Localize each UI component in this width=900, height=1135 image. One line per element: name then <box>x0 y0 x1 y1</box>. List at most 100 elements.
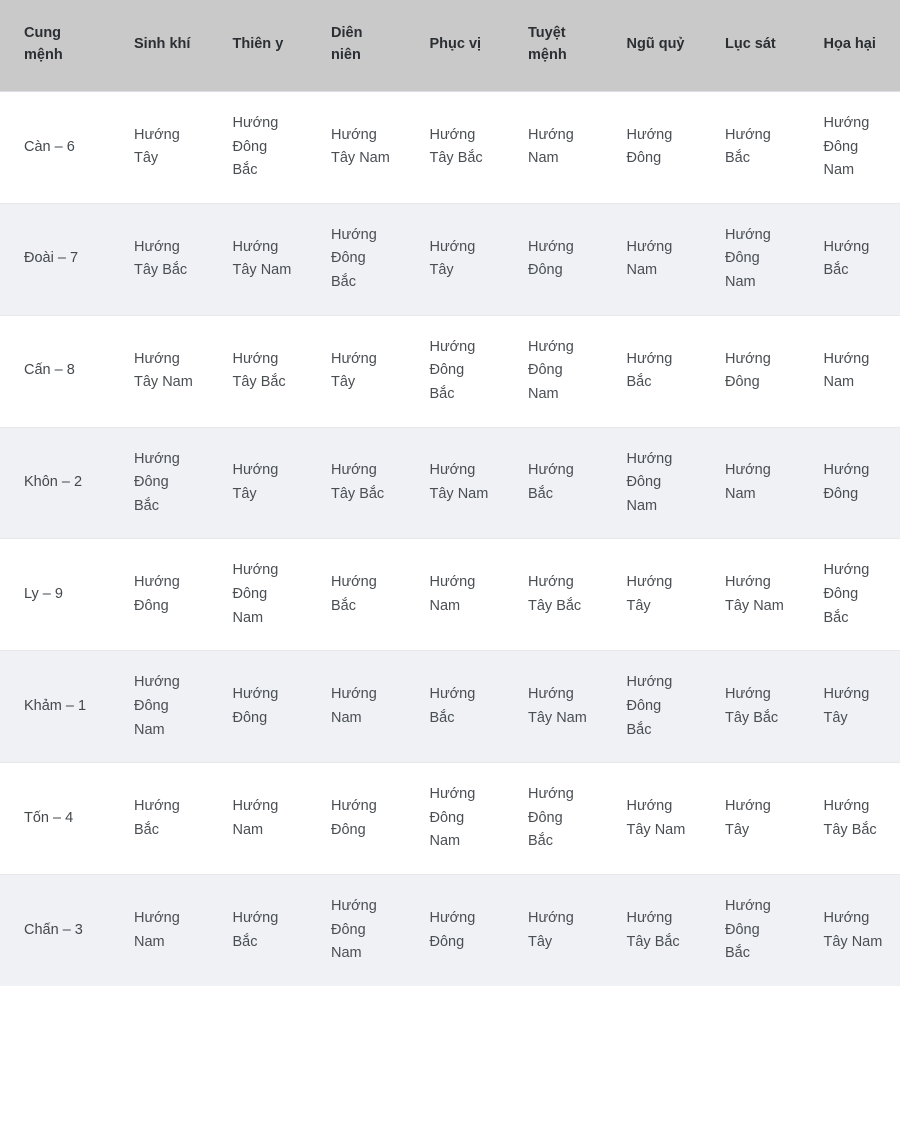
row-label-cell: Khôn – 2 <box>0 426 112 539</box>
direction-cell: Hướng Đông Bắc <box>604 650 703 763</box>
cell-text: Hướng Tây Bắc <box>429 126 483 167</box>
cell-text: Hướng Đông Nam <box>626 450 673 514</box>
direction-cell: Hướng Đông <box>801 426 900 539</box>
direction-cell: Hướng Đông <box>309 762 408 875</box>
column-header-phuc-vi: Phục vị <box>407 0 506 92</box>
direction-cell: Hướng Tây Nam <box>112 314 211 428</box>
row-label-cell: Ly – 9 <box>0 538 112 651</box>
direction-cell: Hướng Đông <box>407 874 506 986</box>
direction-cell: Hướng Nam <box>801 314 900 428</box>
direction-cell: Hướng Đông Bắc <box>506 762 605 875</box>
row-label-cell: Tốn – 4 <box>0 762 112 875</box>
cell-text: Hướng Tây Nam <box>528 686 587 726</box>
cell-text: Hướng Tây Bắc <box>331 462 385 502</box>
cell-text: Hướng Tây <box>823 686 870 726</box>
direction-cell: Hướng Đông Bắc <box>309 202 408 316</box>
cell-text: Hướng Bắc <box>823 238 870 279</box>
direction-cell: Hướng Tây Bắc <box>604 874 703 986</box>
cell-text: Hướng Tây Bắc <box>134 238 188 279</box>
cell-text: Hướng Đông <box>528 238 574 279</box>
row-label-cell: Đoài – 7 <box>0 202 112 316</box>
cell-text: Hướng Đông Nam <box>134 674 180 738</box>
direction-cell: Hướng Bắc <box>604 314 703 428</box>
table-row: Đoài – 7 Hướng Tây Bắc Hướng Tây Nam Hướng … <box>0 202 900 316</box>
cell-text: Hướng Tây <box>528 909 574 950</box>
cell-text: Tốn – 4 <box>24 809 74 826</box>
cell-text: Hướng Tây <box>134 126 180 167</box>
direction-cell: Hướng Đông <box>703 314 802 428</box>
direction-cell: Hướng Đông Nam <box>309 874 408 986</box>
direction-cell: Hướng Bắc <box>703 90 802 204</box>
direction-cell: Hướng Tây <box>604 538 703 651</box>
cell-text: Cấn – 8 <box>24 362 75 379</box>
direction-cell: Hướng Tây Bắc <box>309 426 408 539</box>
column-header-thien-y: Thiên y <box>210 0 309 92</box>
direction-cell: Hướng Bắc <box>506 426 605 539</box>
cell-text: Hướng Nam <box>528 126 574 167</box>
row-label-cell: Càn – 6 <box>0 90 112 204</box>
cell-text: Hướng Tây Bắc <box>823 798 877 838</box>
direction-cell: Hướng Tây Bắc <box>506 538 605 651</box>
column-header-cung-menh: Cung mệnh <box>0 0 112 92</box>
cell-text: Hướng Tây Nam <box>331 126 390 167</box>
direction-cell: Hướng Tây <box>801 650 900 763</box>
direction-cell: Hướng Đông <box>210 650 309 763</box>
direction-cell: Hướng Tây Nam <box>703 538 802 651</box>
cell-text: Hướng Đông Nam <box>528 338 574 402</box>
cell-text: Hướng Bắc <box>725 126 771 167</box>
cell-text: Hướng Đông Bắc <box>626 674 673 738</box>
cell-text: Hướng Đông Nam <box>232 562 279 626</box>
direction-cell: Hướng Tây Bắc <box>210 314 309 428</box>
direction-cell: Hướng Bắc <box>210 874 309 986</box>
cell-text: Hướng Nam <box>725 462 771 502</box>
direction-cell: Hướng Tây Bắc <box>112 202 211 316</box>
direction-cell: Hướng Đông Bắc <box>112 426 211 539</box>
row-label-cell: Khảm – 1 <box>0 650 112 763</box>
direction-cell: Hướng Đông <box>604 90 703 204</box>
direction-cell: Hướng Nam <box>309 650 408 763</box>
direction-cell: Hướng Tây Bắc <box>801 762 900 875</box>
cell-text: Hướng Đông <box>232 686 279 726</box>
direction-cell: Hướng Đông <box>506 202 605 316</box>
cell-text: Hướng Đông <box>134 574 180 614</box>
direction-cell: Hướng Tây Nam <box>210 202 309 316</box>
table-row: Khôn – 2 Hướng Đông Bắc Hướng Tây Hướng Tây… <box>0 426 900 539</box>
direction-cell: Hướng Nam <box>407 538 506 651</box>
direction-cell: Hướng Tây <box>210 426 309 539</box>
cell-text: Hướng Đông Bắc <box>725 898 771 962</box>
cell-text: Hướng Đông Nam <box>725 226 771 291</box>
direction-cell: Hướng Tây Nam <box>506 650 605 763</box>
cell-text: Hướng Tây <box>626 574 673 614</box>
table-row: Tốn – 4 Hướng Bắc Hướng Nam Hướng Đông Hướng… <box>0 762 900 875</box>
cell-text: Hướng Bắc <box>331 574 377 614</box>
cell-text: Hướng Đông <box>626 126 673 167</box>
direction-cell: Hướng Nam <box>604 202 703 316</box>
direction-cell: Hướng Tây Nam <box>309 90 408 204</box>
cell-text: Hướng Tây Nam <box>429 462 489 502</box>
direction-cell: Hướng Đông Nam <box>407 762 506 875</box>
cell-text: Hướng Bắc <box>528 462 574 502</box>
cell-text: Hướng Đông Bắc <box>528 786 574 850</box>
direction-cell: Hướng Tây Bắc <box>407 90 506 204</box>
cell-text: Hướng Tây Nam <box>134 350 193 391</box>
direction-cell: Hướng Tây <box>112 90 211 204</box>
direction-cell: Hướng Đông Bắc <box>703 874 802 986</box>
direction-cell: Hướng Đông Nam <box>506 314 605 428</box>
direction-cell: Hướng Bắc <box>112 762 211 875</box>
cell-text: Hướng Đông Bắc <box>429 338 476 402</box>
direction-cell: Hướng Đông Nam <box>604 426 703 539</box>
cell-text: Hướng Đông Bắc <box>134 450 180 514</box>
page-container: Cung mệnh Sinh khí Thiên y Diên niên Phụ… <box>0 0 900 1135</box>
cell-text: Hướng Đông <box>331 798 377 838</box>
direction-cell: Hướng Bắc <box>309 538 408 651</box>
direction-cell: Hướng Tây Nam <box>801 874 900 986</box>
cell-text: Khảm – 1 <box>24 697 87 714</box>
cell-text: Hướng Tây <box>725 798 771 838</box>
direction-cell: Hướng Tây <box>506 874 605 986</box>
direction-cell: Hướng Bắc <box>801 202 900 316</box>
cell-text: Hướng Tây Bắc <box>528 574 582 614</box>
cell-text: Hướng Tây Nam <box>232 238 292 279</box>
direction-cell: Hướng Tây Nam <box>604 762 703 875</box>
direction-cell: Hướng Đông Nam <box>801 90 900 204</box>
cell-text: Hướng Tây <box>331 350 377 391</box>
